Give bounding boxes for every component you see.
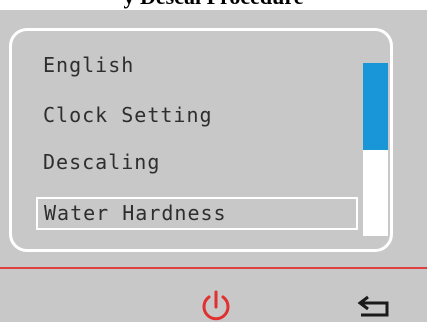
page-heading: y Descal Procedure [0, 0, 427, 10]
power-button[interactable] [196, 287, 236, 327]
menu-item-descaling[interactable]: Descaling [43, 150, 160, 174]
menu-item-clock-setting[interactable]: Clock Setting [43, 103, 213, 127]
device-screen: English Clock Setting Descaling Water Ha… [0, 10, 427, 322]
scroll-thumb[interactable] [363, 63, 388, 150]
menu-item-english[interactable]: English [43, 53, 134, 77]
back-arrow-icon [357, 295, 389, 317]
scrollbar[interactable] [363, 63, 388, 236]
menu-item-water-hardness[interactable]: Water Hardness [36, 197, 358, 230]
back-button[interactable] [355, 293, 395, 323]
power-icon [202, 290, 230, 321]
divider [0, 267, 427, 269]
